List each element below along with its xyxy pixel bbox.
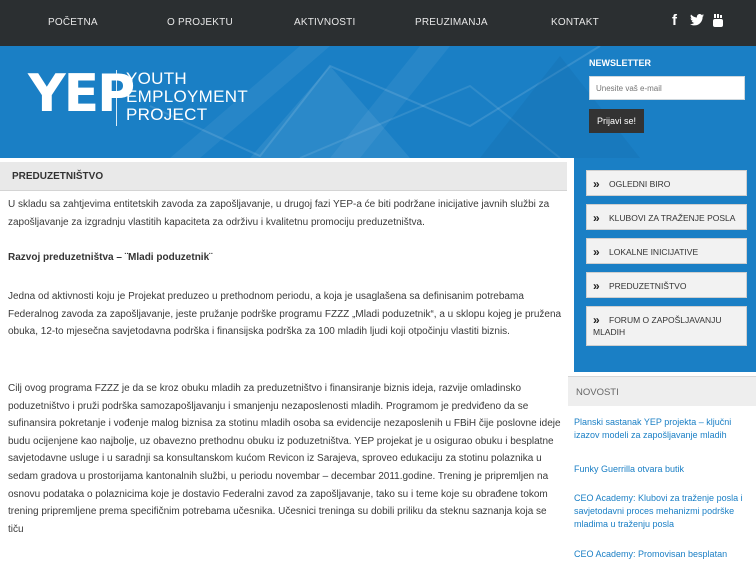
paragraph-program-goal: Cilj ovog programa FZZZ je da se kroz ob…	[8, 383, 561, 535]
news-link[interactable]: Planski sastanak YEP projekta – ključni …	[574, 416, 752, 442]
logo-line-employment: EMPLOYMENT	[126, 87, 249, 106]
sidebar-item-forum[interactable]: » FORUM O ZAPOŠLJAVANJU MLADIH	[586, 306, 747, 346]
chevron-right-icon: »	[593, 245, 600, 259]
section-title-bar: PREDUZETNIŠTVO	[0, 162, 567, 191]
top-navigation: POČETNA O PROJEKTU AKTIVNOSTI PREUZIMANJ…	[0, 0, 756, 46]
twitter-icon[interactable]	[690, 12, 704, 30]
chevron-right-icon: »	[593, 279, 600, 293]
nav-preuzimanja[interactable]: PREUZIMANJA	[415, 17, 488, 28]
nav-kontakt[interactable]: KONTAKT	[551, 17, 599, 28]
nav-aktivnosti[interactable]: AKTIVNOSTI	[294, 17, 355, 28]
news-link[interactable]: CEO Academy: Promovisan besplatan	[574, 548, 752, 561]
logo-line-youth: YOUTH	[126, 69, 187, 88]
paragraph-mladi-poduzetnik: Jedna od aktivnosti koju je Projekat pre…	[8, 291, 562, 338]
logo-text: YOUTH EMPLOYMENT PROJECT	[126, 70, 248, 124]
logo-divider	[116, 70, 117, 126]
sidebar-item-klubovi[interactable]: » KLUBOVI ZA TRAŽENJE POSLA	[586, 204, 747, 230]
sidebar-item-ogledni-biro[interactable]: » OGLEDNI BIRO	[586, 170, 747, 196]
nav-pocetna[interactable]: POČETNA	[48, 17, 98, 28]
nav-o-projektu[interactable]: O PROJEKTU	[167, 17, 233, 28]
sidebar-item-label: OGLEDNI BIRO	[609, 179, 671, 189]
chevron-right-icon: »	[593, 211, 600, 225]
main-article: PREDUZETNIŠTVO U skladu sa zahtjevima en…	[0, 158, 567, 562]
facebook-icon[interactable]: f	[672, 12, 677, 29]
intro-paragraph: U skladu sa zahtjevima entitetskih zavod…	[8, 199, 550, 228]
sidebar-item-lokalne-inicijative[interactable]: » LOKALNE INICIJATIVE	[586, 238, 747, 264]
novosti-title: NOVOSTI	[576, 387, 619, 398]
header-banner: YEP YOUTH EMPLOYMENT PROJECT NEWSLETTER …	[0, 46, 756, 158]
news-link[interactable]: Funky Guerrilla otvara butik	[574, 463, 752, 476]
sidebar-item-preduzetnistvo[interactable]: » PREDUZETNIŠTVO	[586, 272, 747, 298]
youtube-icon[interactable]	[712, 12, 724, 32]
sidebar-item-label: KLUBOVI ZA TRAŽENJE POSLA	[609, 213, 736, 223]
sidebar-menu: » OGLEDNI BIRO » KLUBOVI ZA TRAŽENJE POS…	[574, 158, 756, 372]
chevron-right-icon: »	[593, 177, 600, 191]
sidebar-item-label: PREDUZETNIŠTVO	[609, 281, 687, 291]
newsletter-email-input[interactable]	[589, 76, 745, 100]
newsletter-title: NEWSLETTER	[589, 58, 651, 68]
novosti-header: NOVOSTI	[568, 376, 756, 406]
logo-line-project: PROJECT	[126, 105, 208, 124]
sidebar-item-label: FORUM O ZAPOŠLJAVANJU MLADIH	[593, 315, 722, 337]
subheading-mladi-poduzetnik: Razvoj preduzetništva – ¨Mladi poduzetni…	[8, 252, 213, 263]
sidebar-item-label: LOKALNE INICIJATIVE	[609, 247, 699, 257]
news-link[interactable]: CEO Academy: Klubovi za traženje posla i…	[574, 492, 752, 531]
newsletter-subscribe-button[interactable]: Prijavi se!	[589, 109, 644, 133]
logo-mark: YEP	[28, 64, 135, 124]
section-title: PREDUZETNIŠTVO	[12, 171, 104, 182]
